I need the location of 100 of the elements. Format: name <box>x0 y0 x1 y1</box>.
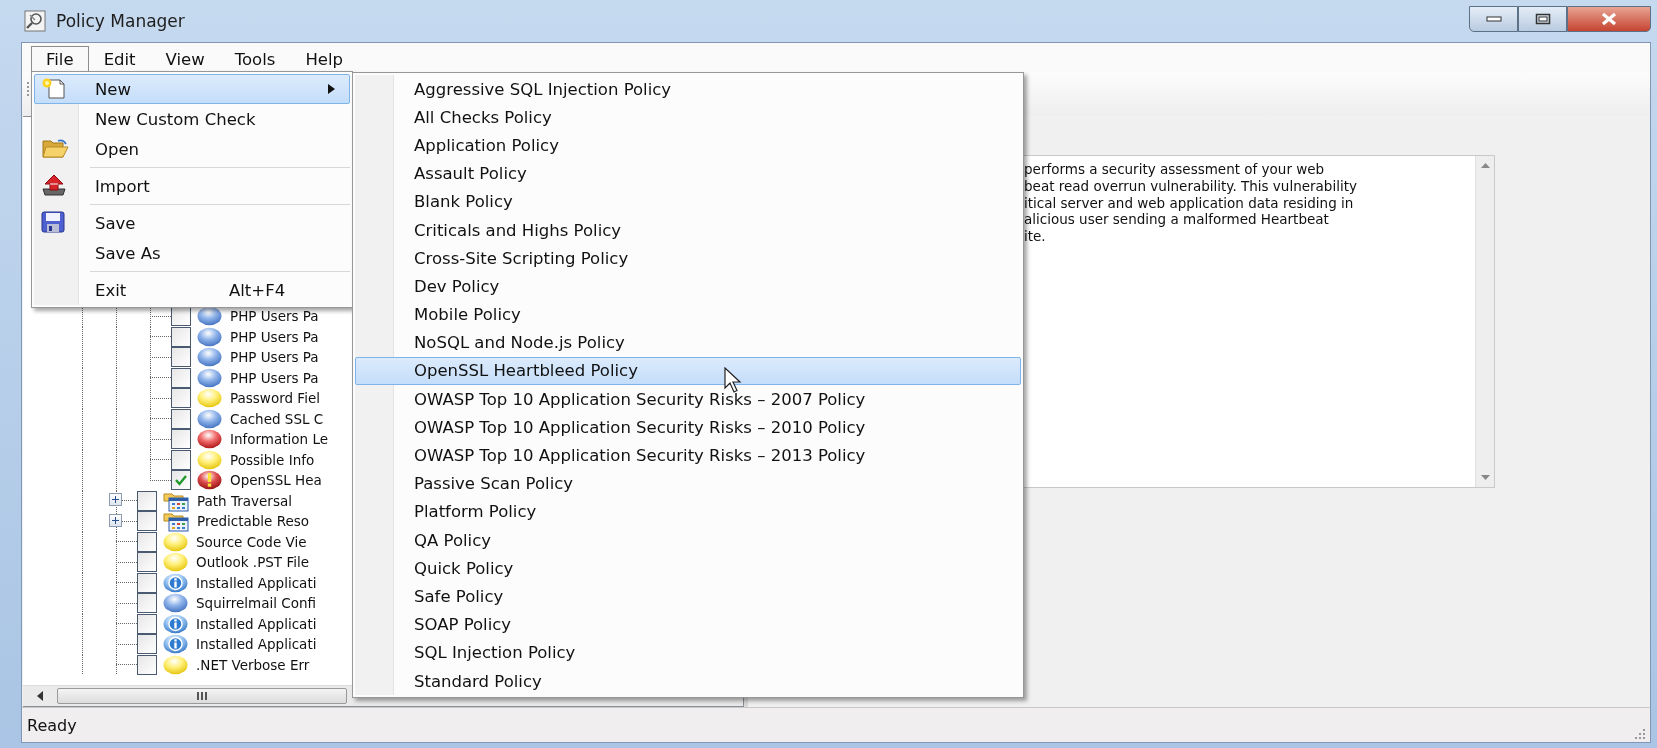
menu-item[interactable]: OWASP Top 10 Application Security Risks – 2013 Policy <box>355 441 1021 470</box>
sphere-icon <box>163 593 188 614</box>
tree-item-label[interactable]: Installed Applicati <box>196 574 317 591</box>
menu-item[interactable]: Dev Policy <box>355 272 1021 301</box>
menu-item[interactable]: New <box>34 74 350 104</box>
menu-item[interactable]: Safe Policy <box>355 582 1021 611</box>
menu-item[interactable]: Aggressive SQL Injection Policy <box>355 75 1021 104</box>
menu-item[interactable]: Exit Alt+F4 <box>34 275 350 305</box>
menu-item[interactable]: NoSQL and Node.js Policy <box>355 328 1021 357</box>
checkbox[interactable] <box>137 531 157 552</box>
checkbox[interactable] <box>137 634 157 655</box>
tree-item-label[interactable]: Cached SSL C <box>230 410 324 427</box>
import-icon <box>41 174 67 196</box>
tree-item-label[interactable]: OpenSSL Hea <box>230 472 322 489</box>
folder-icon <box>41 137 69 159</box>
menu-item[interactable]: All Checks Policy <box>355 103 1021 132</box>
menu-item[interactable]: OpenSSL Heartbleed Policy <box>355 356 1021 386</box>
tree-item-label[interactable]: .NET Verbose Err <box>196 656 310 673</box>
menu-item[interactable]: New Custom Check <box>34 104 350 134</box>
menu-item[interactable]: Open <box>34 134 350 164</box>
tree-group-label[interactable]: Predictable Reso <box>197 513 310 530</box>
menu-item[interactable]: Save As <box>34 238 350 268</box>
sphere-icon <box>163 531 188 552</box>
checkbox[interactable] <box>137 613 157 634</box>
tree-item-label[interactable]: Information Le <box>230 431 329 448</box>
tree-item-label[interactable]: PHP Users Pa <box>230 349 319 366</box>
tree-item-label[interactable]: Possible Info <box>230 451 315 468</box>
scroll-left-icon[interactable] <box>36 691 44 701</box>
maximize-icon <box>1534 13 1551 25</box>
menu-item[interactable]: Mobile Policy <box>355 300 1021 329</box>
close-icon <box>1600 12 1618 26</box>
menu-item[interactable]: Assault Policy <box>355 159 1021 188</box>
maximize-button[interactable] <box>1518 6 1567 32</box>
menu-item[interactable]: Application Policy <box>355 131 1021 160</box>
menu-item[interactable]: Tools <box>219 46 291 73</box>
menu-item[interactable]: Help <box>290 46 358 73</box>
menu-item[interactable]: Criticals and Highs Policy <box>355 215 1021 245</box>
sphere-icon <box>197 408 222 429</box>
checkbox[interactable] <box>171 408 191 429</box>
folder-icon <box>163 510 189 533</box>
tree-item-label[interactable]: Squirrelmail Confi <box>196 595 317 612</box>
tree-item-label[interactable]: Password Fiel <box>230 390 320 407</box>
checkbox[interactable] <box>137 593 157 614</box>
checkbox[interactable] <box>171 429 191 450</box>
menu-item[interactable]: SQL Injection Policy <box>355 638 1021 667</box>
sphere-icon <box>163 552 188 573</box>
description-text: beat read overrun vulnerability. This vulnerability <box>1024 177 1358 195</box>
expand-toggle[interactable] <box>109 493 122 507</box>
sphere-icon <box>197 449 222 470</box>
menu-item[interactable]: Quick Policy <box>355 554 1021 583</box>
grip-icon <box>196 692 208 700</box>
menu-item[interactable]: Standard Policy <box>355 666 1021 696</box>
sphere-icon <box>197 388 222 409</box>
info-icon <box>163 572 188 593</box>
checkbox[interactable] <box>171 347 191 368</box>
menu-item[interactable]: Import <box>34 171 350 201</box>
close-button[interactable] <box>1567 6 1651 32</box>
submenu-arrow-icon <box>328 84 335 94</box>
checkbox[interactable] <box>171 326 191 347</box>
tree-item-label[interactable]: Source Code Vie <box>196 533 307 550</box>
window-title: Policy Manager <box>56 11 185 31</box>
menu-item[interactable]: Cross-Site Scripting Policy <box>355 244 1021 273</box>
menu-item[interactable]: Platform Policy <box>355 497 1021 526</box>
tree-item-label[interactable]: PHP Users Pa <box>230 369 319 386</box>
checkbox[interactable] <box>171 367 191 388</box>
warning-icon <box>197 470 222 491</box>
tree-item-label[interactable]: PHP Users Pa <box>230 308 319 325</box>
menu-item[interactable]: SOAP Policy <box>355 610 1021 639</box>
checkbox[interactable] <box>137 511 157 532</box>
checkbox[interactable] <box>137 572 157 593</box>
menu-item[interactable]: Edit <box>88 46 151 73</box>
menu-item[interactable]: Save <box>34 208 350 238</box>
checkbox[interactable] <box>171 449 191 470</box>
tree-item-label[interactable]: PHP Users Pa <box>230 328 319 345</box>
menu-item[interactable]: Blank Policy <box>355 187 1021 216</box>
checkbox[interactable] <box>171 388 191 409</box>
tree-item-label[interactable]: Installed Applicati <box>196 636 317 653</box>
pointer-icon <box>724 367 742 393</box>
checkbox[interactable] <box>171 306 191 327</box>
toolbar-grip-icon[interactable] <box>26 81 30 99</box>
expand-toggle[interactable] <box>109 513 122 527</box>
checkbox[interactable] <box>137 552 157 573</box>
scroll-up-icon[interactable] <box>1480 163 1490 168</box>
resize-grip-icon[interactable] <box>1634 728 1646 740</box>
minimize-button[interactable] <box>1469 6 1518 32</box>
scroll-down-icon[interactable] <box>1480 475 1490 480</box>
menu-item[interactable]: Passive Scan Policy <box>355 469 1021 498</box>
menu-item[interactable]: File <box>31 46 89 73</box>
menu-item[interactable]: QA Policy <box>355 526 1021 555</box>
tree-item-label[interactable]: Installed Applicati <box>196 615 317 632</box>
scrollbar-thumb[interactable] <box>57 688 347 704</box>
tree-item-label[interactable]: Outlook .PST File <box>196 554 309 571</box>
checkbox[interactable] <box>171 470 191 491</box>
tree-group-label[interactable]: Path Traversal <box>197 492 292 509</box>
menu-item[interactable]: View <box>150 46 220 73</box>
menu-item[interactable]: OWASP Top 10 Application Security Risks – 2007 Policy <box>355 385 1021 414</box>
minimize-icon <box>1485 15 1502 23</box>
checkbox[interactable] <box>137 490 157 511</box>
checkbox[interactable] <box>137 654 157 675</box>
menu-item[interactable]: OWASP Top 10 Application Security Risks – 2010 Policy <box>355 413 1021 442</box>
